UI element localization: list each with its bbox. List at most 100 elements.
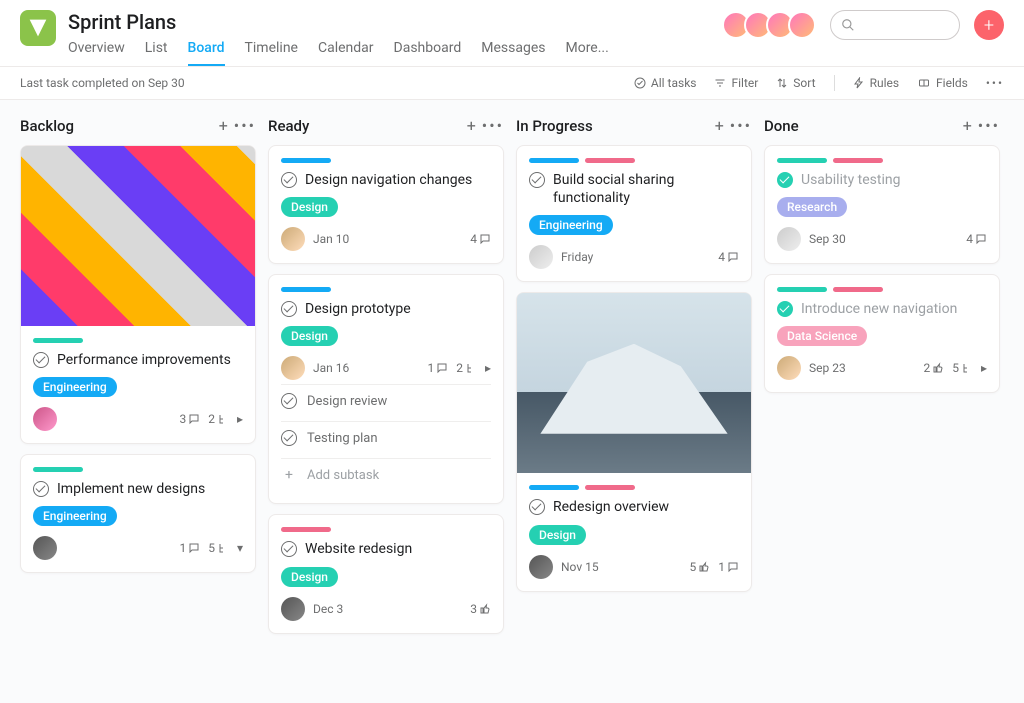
task-card[interactable]: Usability testing Research Sep 30 4	[764, 145, 1000, 264]
complete-toggle[interactable]	[281, 393, 297, 409]
column-title[interactable]: In Progress	[516, 117, 709, 135]
task-card[interactable]: Redesign overview Design Nov 15 5 1	[516, 292, 752, 591]
tag-design[interactable]: Design	[281, 567, 338, 587]
complete-toggle[interactable]	[777, 172, 793, 188]
search-icon	[841, 18, 855, 32]
assignee-avatar[interactable]	[281, 227, 305, 251]
column-more-icon[interactable]: •••	[978, 116, 1000, 135]
tab-calendar[interactable]: Calendar	[318, 40, 374, 66]
sort-button[interactable]: Sort	[776, 76, 815, 90]
complete-toggle[interactable]	[281, 430, 297, 446]
tag-design[interactable]: Design	[281, 326, 338, 346]
avatar[interactable]	[788, 11, 816, 39]
tag-design[interactable]: Design	[281, 197, 338, 217]
all-tasks-button[interactable]: All tasks	[634, 76, 697, 90]
assignee-avatar[interactable]	[777, 227, 801, 251]
complete-toggle[interactable]	[281, 172, 297, 188]
tag-research[interactable]: Research	[777, 197, 847, 217]
add-task-icon[interactable]: +	[715, 116, 724, 135]
tab-overview[interactable]: Overview	[68, 40, 125, 66]
task-card[interactable]: Design navigation changes Design Jan 10 …	[268, 145, 504, 264]
assignee-avatar[interactable]	[777, 356, 801, 380]
comment-count: 4	[470, 232, 491, 246]
column-title[interactable]: Ready	[268, 117, 461, 135]
tag-engineering[interactable]: Engineering	[529, 215, 613, 235]
header: Sprint Plans Overview List Board Timelin…	[0, 0, 1024, 66]
task-card[interactable]: Website redesign Design Dec 3 3	[268, 514, 504, 633]
assignee-avatar[interactable]	[33, 407, 57, 431]
tag-engineering[interactable]: Engineering	[33, 377, 117, 397]
chevron-right-icon[interactable]: ▸	[237, 412, 243, 426]
tab-board[interactable]: Board	[188, 40, 225, 66]
due-date: Dec 3	[313, 602, 462, 616]
tag-data-science[interactable]: Data Science	[777, 326, 867, 346]
fields-button[interactable]: Fields	[917, 76, 968, 90]
toolbar-more-icon[interactable]: •••	[986, 76, 1004, 90]
subtask-row[interactable]: Design review	[281, 384, 491, 417]
card-title: Design prototype	[305, 300, 491, 318]
chevron-down-icon[interactable]: ▾	[237, 541, 243, 555]
search-input[interactable]	[830, 10, 960, 40]
column-title[interactable]: Done	[764, 117, 957, 135]
subtask-row[interactable]: Testing plan	[281, 421, 491, 454]
thumbs-up-icon	[698, 561, 710, 573]
complete-toggle[interactable]	[529, 499, 545, 515]
card-title: Introduce new navigation	[801, 300, 987, 318]
add-task-icon[interactable]: +	[963, 116, 972, 135]
complete-toggle[interactable]	[33, 352, 49, 368]
assignee-avatar[interactable]	[529, 555, 553, 579]
tab-messages[interactable]: Messages	[481, 40, 545, 66]
member-avatars[interactable]	[728, 11, 816, 39]
comment-count: 1	[427, 361, 448, 375]
card-title: Website redesign	[305, 540, 491, 558]
assignee-avatar[interactable]	[33, 536, 57, 560]
subtask-count: 2	[456, 361, 477, 375]
comment-icon	[727, 561, 739, 573]
column-more-icon[interactable]: •••	[234, 116, 256, 135]
comment-count: 3	[179, 412, 200, 426]
tag-engineering[interactable]: Engineering	[33, 506, 117, 526]
add-task-icon[interactable]: +	[467, 116, 476, 135]
task-card[interactable]: Design prototype Design Jan 16 1 2 ▸ Des…	[268, 274, 504, 504]
filter-button[interactable]: Filter	[714, 76, 758, 90]
tag-design[interactable]: Design	[529, 525, 586, 545]
add-subtask-button[interactable]: + Add subtask	[281, 458, 491, 491]
filter-icon	[714, 77, 726, 89]
add-button[interactable]: +	[974, 10, 1004, 40]
like-count: 3	[470, 602, 491, 616]
complete-toggle[interactable]	[33, 481, 49, 497]
check-circle-icon	[634, 77, 646, 89]
subtask-count: 5	[208, 541, 229, 555]
column-backlog: Backlog + ••• Performance improvements E…	[20, 116, 256, 687]
complete-toggle[interactable]	[529, 172, 545, 188]
column-more-icon[interactable]: •••	[482, 116, 504, 135]
assignee-avatar[interactable]	[529, 245, 553, 269]
task-card[interactable]: Implement new designs Engineering 1 5 ▾	[20, 454, 256, 573]
column-more-icon[interactable]: •••	[730, 116, 752, 135]
card-title: Design navigation changes	[305, 171, 491, 189]
due-date: Sep 30	[809, 232, 958, 246]
chevron-right-icon[interactable]: ▸	[485, 361, 491, 375]
column-title[interactable]: Backlog	[20, 117, 213, 135]
subtask-title: Design review	[307, 394, 387, 409]
task-card[interactable]: Performance improvements Engineering 3 2…	[20, 145, 256, 444]
chevron-right-icon[interactable]: ▸	[981, 361, 987, 375]
project-icon[interactable]	[20, 10, 56, 46]
assignee-avatar[interactable]	[281, 356, 305, 380]
assignee-avatar[interactable]	[281, 597, 305, 621]
complete-toggle[interactable]	[281, 541, 297, 557]
tab-more[interactable]: More...	[565, 40, 608, 66]
subtask-icon	[465, 362, 477, 374]
complete-toggle[interactable]	[281, 301, 297, 317]
card-title: Build social sharing functionality	[553, 171, 739, 207]
tab-timeline[interactable]: Timeline	[245, 40, 298, 66]
tab-list[interactable]: List	[145, 40, 168, 66]
tab-dashboard[interactable]: Dashboard	[394, 40, 462, 66]
comment-count: 4	[718, 250, 739, 264]
complete-toggle[interactable]	[777, 301, 793, 317]
task-card[interactable]: Build social sharing functionality Engin…	[516, 145, 752, 282]
comment-icon	[188, 413, 200, 425]
task-card[interactable]: Introduce new navigation Data Science Se…	[764, 274, 1000, 393]
rules-button[interactable]: Rules	[853, 76, 899, 90]
add-task-icon[interactable]: +	[219, 116, 228, 135]
